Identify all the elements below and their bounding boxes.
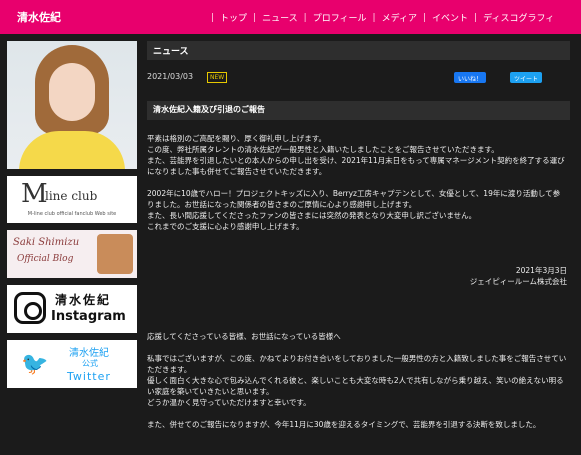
instagram-banner[interactable]: 清水佐紀 Instagram xyxy=(7,285,137,333)
main-nav: | トップ | ニュース | プロフィール | メディア | イベント | ディ… xyxy=(205,11,554,25)
blog-photo xyxy=(97,234,133,274)
blog-name: Saki Shimizu xyxy=(13,237,80,248)
new-badge: NEW xyxy=(207,72,228,83)
mline-logo: M xyxy=(21,179,48,209)
twitter-bird-icon: 🐦 xyxy=(21,352,49,377)
site-title[interactable]: 清水佐紀 xyxy=(17,9,61,25)
nav-separator: | xyxy=(372,12,376,23)
header-bar: 清水佐紀 | トップ | ニュース | プロフィール | メディア | イベント… xyxy=(0,0,581,34)
instagram-name: 清水佐紀 xyxy=(55,293,112,307)
nav-discography[interactable]: ディスコグラフィ xyxy=(483,11,554,24)
photo-face xyxy=(49,63,95,121)
instagram-icon xyxy=(14,292,46,324)
paragraph: 優しく面白く大きな心で包み込んでくれる彼と、楽しいことも大変な時も2人で共有しな… xyxy=(147,376,564,396)
paragraph: また、長い間応援してくださったファンの皆さまには突然の発表となり大変申し訳ござい… xyxy=(147,211,477,220)
paragraph: これまでのご支援に心より感謝申し上げます。 xyxy=(147,222,304,231)
twitter-sub: 公式 xyxy=(82,359,98,368)
blog-label: Official Blog xyxy=(17,254,74,264)
paragraph: 平素は格別のご高配を賜り、厚く御礼申し上げます。 xyxy=(147,134,326,143)
twitter-name: 清水佐紀 xyxy=(69,348,109,359)
paragraph: 応援してくださっている皆様、お世話になっている皆様へ xyxy=(147,332,341,341)
signature-date: 2021年3月3日 xyxy=(515,266,567,275)
profile-photo xyxy=(7,41,137,169)
nav-separator: | xyxy=(253,12,257,23)
paragraph: 2002年に10歳でハロー！プロジェクトキッズに入り、Berryz工房キャプテン… xyxy=(147,189,561,209)
paragraph: この度、弊社所属タレントの清水佐紀が一般男性と入籍いたしましたことをご報告させて… xyxy=(147,145,499,154)
nav-separator: | xyxy=(211,12,215,23)
nav-media[interactable]: メディア xyxy=(382,11,417,24)
mline-club-banner[interactable]: M line club M-line club official fanclub… xyxy=(7,176,137,223)
sidebar: M line club M-line club official fanclub… xyxy=(7,41,137,388)
main-content: ニュース 2021/03/03 NEW いいね！ ツイート 清水佐紀入籍及び引退… xyxy=(147,41,570,429)
nav-separator: | xyxy=(422,12,427,23)
paragraph: 私事ではございますが、この度、かねてよりお付き合いをしておりました一般男性の方と… xyxy=(147,354,567,374)
paragraph: また、芸能界を引退したいとの本人からの申し出を受け、2021年11月末日をもって… xyxy=(147,156,565,176)
nav-profile[interactable]: プロフィール xyxy=(313,11,367,24)
photo-shirt xyxy=(19,131,125,169)
nav-event[interactable]: イベント xyxy=(432,11,468,24)
nav-separator: | xyxy=(303,12,307,23)
nav-separator: | xyxy=(474,12,478,23)
nav-news[interactable]: ニュース xyxy=(262,11,298,24)
news-date: 2021/03/03 xyxy=(147,72,194,81)
signature-company: ジェイピィールーム株式会社 xyxy=(469,277,567,286)
paragraph: また、併せてのご報告になりますが、今年11月に30歳を迎えるタイミングで、芸能界… xyxy=(147,420,541,429)
twitter-label: Twitter xyxy=(67,370,111,383)
facebook-like-button[interactable]: いいね！ xyxy=(454,72,487,83)
paragraph: どうか温かく見守っていただけますと幸いです。 xyxy=(147,398,311,407)
tweet-button[interactable]: ツイート xyxy=(510,72,543,83)
instagram-label: Instagram xyxy=(51,309,126,324)
twitter-banner[interactable]: 🐦 清水佐紀 公式 Twitter xyxy=(7,340,137,388)
section-title: ニュース xyxy=(147,41,570,60)
mline-subtitle: M-line club official fanclub Web site xyxy=(27,211,117,217)
nav-top[interactable]: トップ xyxy=(220,11,247,24)
article-body: 平素は格別のご高配を賜り、厚く御礼申し上げます。 この度、弊社所属タレントの清水… xyxy=(147,133,567,430)
official-blog-banner[interactable]: Saki Shimizu Official Blog xyxy=(7,230,137,278)
article-title: 清水佐紀入籍及び引退のご報告 xyxy=(147,101,570,120)
mline-title: line club xyxy=(45,189,98,203)
